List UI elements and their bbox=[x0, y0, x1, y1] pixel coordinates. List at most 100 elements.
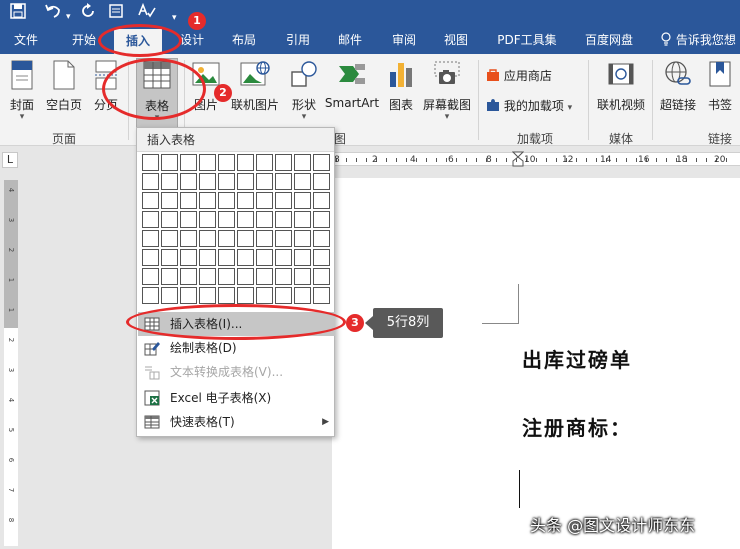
table-grid-cell[interactable] bbox=[294, 268, 311, 285]
table-grid-cell[interactable] bbox=[142, 287, 159, 304]
table-grid-cell[interactable] bbox=[313, 173, 330, 190]
table-grid-cell[interactable] bbox=[313, 268, 330, 285]
table-grid-cell[interactable] bbox=[142, 192, 159, 209]
table-grid-cell[interactable] bbox=[142, 249, 159, 266]
table-grid-cell[interactable] bbox=[218, 211, 235, 228]
table-grid-cell[interactable] bbox=[199, 287, 216, 304]
table-grid-cell[interactable] bbox=[313, 249, 330, 266]
table-grid-cell[interactable] bbox=[218, 192, 235, 209]
table-grid-cell[interactable] bbox=[237, 268, 254, 285]
undo-dropdown-icon[interactable]: ▾ bbox=[66, 7, 71, 27]
table-grid-cell[interactable] bbox=[180, 173, 197, 190]
table-grid-cell[interactable] bbox=[256, 287, 273, 304]
table-grid-cell[interactable] bbox=[256, 211, 273, 228]
table-grid-cell[interactable] bbox=[313, 287, 330, 304]
table-grid-cell[interactable] bbox=[275, 211, 292, 228]
table-grid-cell[interactable] bbox=[237, 287, 254, 304]
online-video-button[interactable]: 联机视频 bbox=[594, 58, 648, 128]
tab-mailings[interactable]: 邮件 bbox=[330, 26, 370, 54]
table-grid-cell[interactable] bbox=[294, 192, 311, 209]
customize-qat-icon[interactable]: ▾ bbox=[172, 8, 177, 28]
table-grid-cell[interactable] bbox=[313, 211, 330, 228]
table-grid-cell[interactable] bbox=[161, 211, 178, 228]
smartart-button[interactable]: SmartArt bbox=[324, 58, 380, 128]
indent-marker-icon[interactable] bbox=[512, 151, 524, 167]
tab-references[interactable]: 引用 bbox=[278, 26, 318, 54]
tab-file[interactable]: 文件 bbox=[4, 26, 48, 54]
blank-page-button[interactable]: 空白页 bbox=[44, 58, 84, 128]
bookmark-button[interactable]: 书签 bbox=[702, 58, 738, 128]
table-grid-cell[interactable] bbox=[161, 287, 178, 304]
table-grid-cell[interactable] bbox=[275, 192, 292, 209]
table-grid-cell[interactable] bbox=[275, 268, 292, 285]
table-grid-cell[interactable] bbox=[142, 268, 159, 285]
table-grid-cell[interactable] bbox=[161, 154, 178, 171]
table-grid-cell[interactable] bbox=[313, 230, 330, 247]
tell-me-box[interactable]: 告诉我您想 bbox=[660, 26, 736, 54]
menu-item-quick-tables[interactable]: 快速表格(T) ▶ bbox=[138, 410, 335, 434]
table-grid-cell[interactable] bbox=[313, 192, 330, 209]
table-grid-cell[interactable] bbox=[199, 154, 216, 171]
table-grid-cell[interactable] bbox=[199, 192, 216, 209]
table-grid-cell[interactable] bbox=[294, 230, 311, 247]
tab-baidu-netdisk[interactable]: 百度网盘 bbox=[576, 26, 642, 54]
table-grid-cell[interactable] bbox=[218, 173, 235, 190]
table-grid-cell[interactable] bbox=[237, 230, 254, 247]
menu-item-convert-text-to-table[interactable]: 文本转换成表格(V)... bbox=[138, 360, 335, 384]
table-size-grid[interactable] bbox=[142, 154, 332, 306]
table-grid-cell[interactable] bbox=[161, 249, 178, 266]
screenshot-button[interactable]: 屏幕截图 ▾ bbox=[420, 58, 474, 128]
table-grid-cell[interactable] bbox=[275, 249, 292, 266]
table-grid-cell[interactable] bbox=[180, 192, 197, 209]
table-grid-cell[interactable] bbox=[142, 211, 159, 228]
hyperlink-button[interactable]: 超链接 bbox=[656, 58, 700, 128]
online-picture-button[interactable]: 联机图片 bbox=[228, 58, 282, 128]
menu-item-excel-spreadsheet[interactable]: Excel 电子表格(X) bbox=[138, 386, 335, 410]
table-grid-cell[interactable] bbox=[237, 173, 254, 190]
table-grid-cell[interactable] bbox=[218, 249, 235, 266]
tab-stop-selector[interactable]: L bbox=[2, 152, 18, 168]
tab-view[interactable]: 视图 bbox=[436, 26, 476, 54]
undo-icon[interactable] bbox=[44, 3, 62, 24]
table-grid-cell[interactable] bbox=[180, 249, 197, 266]
table-grid-cell[interactable] bbox=[256, 268, 273, 285]
app-store-button[interactable]: 应用商店 bbox=[486, 66, 552, 86]
tab-pdf-tools[interactable]: PDF工具集 bbox=[492, 26, 562, 54]
table-grid-cell[interactable] bbox=[199, 249, 216, 266]
table-grid-cell[interactable] bbox=[256, 192, 273, 209]
shapes-button[interactable]: 形状 ▾ bbox=[286, 58, 322, 128]
table-grid-cell[interactable] bbox=[256, 230, 273, 247]
save-icon[interactable] bbox=[10, 3, 26, 24]
table-grid-cell[interactable] bbox=[237, 211, 254, 228]
table-grid-cell[interactable] bbox=[294, 211, 311, 228]
table-grid-cell[interactable] bbox=[142, 154, 159, 171]
table-grid-cell[interactable] bbox=[256, 154, 273, 171]
table-grid-cell[interactable] bbox=[199, 173, 216, 190]
table-grid-cell[interactable] bbox=[199, 230, 216, 247]
table-grid-cell[interactable] bbox=[218, 287, 235, 304]
table-grid-cell[interactable] bbox=[313, 154, 330, 171]
my-addins-button[interactable]: 我的加载项 ▾ bbox=[486, 96, 572, 116]
document-page[interactable]: 出库过磅单 注册商标： bbox=[332, 178, 740, 549]
table-grid-cell[interactable] bbox=[275, 230, 292, 247]
table-grid-cell[interactable] bbox=[218, 154, 235, 171]
table-grid-cell[interactable] bbox=[161, 230, 178, 247]
table-grid-cell[interactable] bbox=[294, 154, 311, 171]
tab-layout[interactable]: 布局 bbox=[224, 26, 264, 54]
table-grid-cell[interactable] bbox=[180, 268, 197, 285]
table-grid-cell[interactable] bbox=[180, 287, 197, 304]
table-grid-cell[interactable] bbox=[199, 268, 216, 285]
table-grid-cell[interactable] bbox=[275, 154, 292, 171]
table-grid-cell[interactable] bbox=[275, 173, 292, 190]
table-grid-cell[interactable] bbox=[199, 211, 216, 228]
table-grid-cell[interactable] bbox=[142, 173, 159, 190]
table-grid-cell[interactable] bbox=[237, 249, 254, 266]
tab-review[interactable]: 审阅 bbox=[384, 26, 424, 54]
table-grid-cell[interactable] bbox=[161, 192, 178, 209]
table-grid-cell[interactable] bbox=[142, 230, 159, 247]
horizontal-ruler[interactable]: 8 2 4 6 8 10 12 14 16 18 20 bbox=[22, 150, 740, 170]
spelling-icon[interactable] bbox=[138, 2, 156, 24]
table-grid-cell[interactable] bbox=[294, 173, 311, 190]
table-grid-cell[interactable] bbox=[294, 287, 311, 304]
table-grid-cell[interactable] bbox=[180, 211, 197, 228]
